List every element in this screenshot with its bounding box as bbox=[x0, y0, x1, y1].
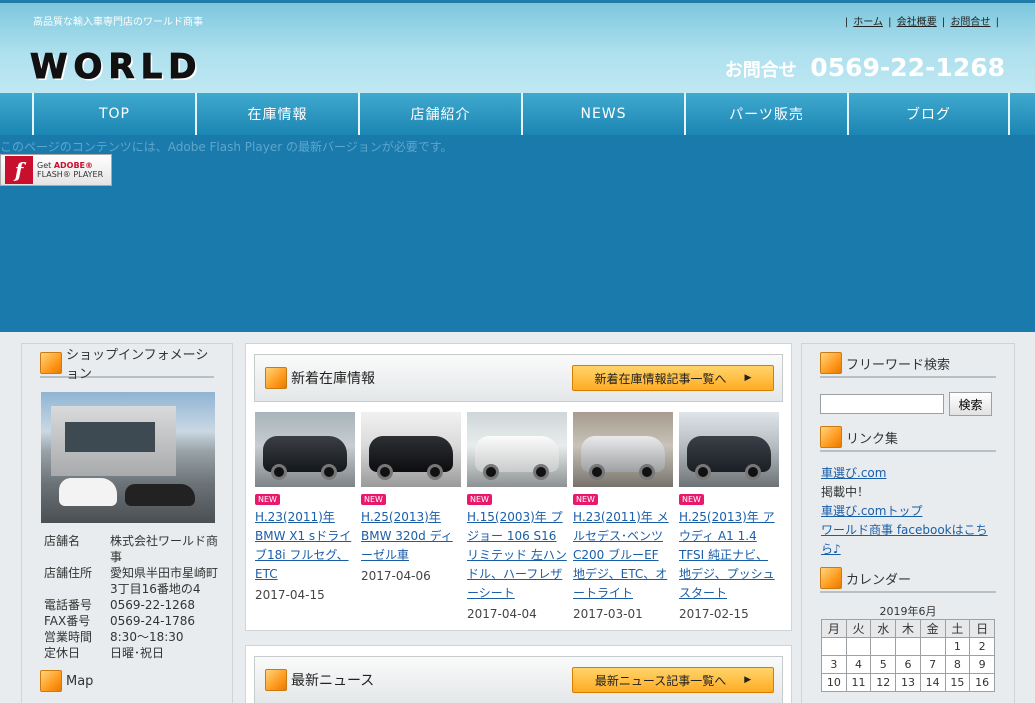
car-thumbnail[interactable] bbox=[573, 412, 673, 487]
heading-bullet-icon bbox=[820, 426, 842, 448]
shop-info-table: 店舗名 株式会社ワールド商事 店舗住所 愛知県半田市星崎町3丁目16番地の4 電話番… bbox=[44, 534, 219, 660]
stock-item: NEW H.23(2011)年 BMW X1 sドライブ18i フルセグ、ETC… bbox=[255, 412, 355, 621]
stock-item-title[interactable]: H.25(2013)年 アウディ A1 1.4 TFSI 純正ナビ、地デジ、プッ… bbox=[679, 508, 779, 603]
new-badge: NEW bbox=[679, 494, 704, 505]
flash-message: このページのコンテンツには、Adobe Flash Player の最新バージョ… bbox=[0, 140, 453, 154]
top-links: | ホーム | 会社概要 | お問合せ | bbox=[844, 17, 999, 28]
left-sidebar: ショップインフォメーション 店舗名 株式会社ワールド商事 店舗住所 愛知県半田市星崎… bbox=[21, 343, 233, 703]
stock-item: NEW H.25(2013)年 BMW 320d ディーゼル車 2017-04-… bbox=[361, 412, 461, 621]
stock-item-title[interactable]: H.23(2011)年 メルセデス･ベンツ C200 ブルーEF 地デジ、ETC… bbox=[573, 508, 673, 603]
nav-stock[interactable]: 在庫情報 bbox=[195, 93, 358, 135]
new-stock-box: 新着在庫情報 新着在庫情報記事一覧へ ▶ NEW H.23(2011)年 BMW … bbox=[245, 343, 792, 631]
play-arrow-icon: ▶ bbox=[744, 675, 752, 685]
search-input[interactable] bbox=[820, 394, 944, 414]
news-list-button[interactable]: 最新ニュース記事一覧へ ▶ bbox=[572, 667, 774, 693]
stock-item-title[interactable]: H.25(2013)年 BMW 320d ディーゼル車 bbox=[361, 508, 461, 565]
nav-news[interactable]: NEWS bbox=[521, 93, 684, 135]
nav-top[interactable]: TOP bbox=[32, 93, 195, 135]
calendar-heading: カレンダー bbox=[820, 565, 996, 593]
site-header: 高品質な輸入車専門店のワールド商事 | ホーム | 会社概要 | お問合せ | … bbox=[0, 0, 1035, 93]
play-arrow-icon: ▶ bbox=[744, 373, 752, 383]
main-nav: TOP 在庫情報 店舗紹介 NEWS パーツ販売 ブログ bbox=[0, 93, 1035, 135]
stock-item: NEW H.23(2011)年 メルセデス･ベンツ C200 ブルーEF 地デジ… bbox=[573, 412, 673, 621]
links-list: 車選び.com 掲載中！ 車選び.comトップ ワールド商事 facebookは… bbox=[821, 464, 996, 559]
toplink-company[interactable]: 会社概要 bbox=[897, 17, 937, 28]
logo-text: WORLD bbox=[29, 47, 203, 88]
calendar: 2019年6月 月火 水木 金土 日 1 2 34 56 78 9 1011 bbox=[821, 603, 995, 692]
heading-bullet-icon bbox=[820, 352, 842, 374]
nav-blog[interactable]: ブログ bbox=[847, 93, 1010, 135]
site-logo[interactable]: WORLD bbox=[29, 47, 272, 88]
calendar-grid: 月火 水木 金土 日 1 2 34 56 78 9 10 11 12 13 14 15 bbox=[821, 619, 995, 692]
shop-photo bbox=[41, 392, 215, 523]
flash-player-icon: f bbox=[5, 156, 33, 184]
heading-bullet-icon bbox=[40, 352, 62, 374]
get-flash-button[interactable]: f Get ADOBE® FLASH® PLAYER bbox=[0, 154, 112, 186]
stock-items: NEW H.23(2011)年 BMW X1 sドライブ18i フルセグ、ETC… bbox=[246, 412, 791, 621]
search-heading: フリーワード検索 bbox=[820, 350, 996, 378]
nav-parts[interactable]: パーツ販売 bbox=[684, 93, 847, 135]
search-form: 検索 bbox=[820, 392, 1014, 416]
latest-news-box: 最新ニュース 最新ニュース記事一覧へ ▶ bbox=[245, 645, 792, 703]
heading-bullet-icon bbox=[40, 670, 62, 692]
car-thumbnail[interactable] bbox=[361, 412, 461, 487]
latest-news-heading: 最新ニュース 最新ニュース記事一覧へ ▶ bbox=[254, 656, 783, 703]
new-stock-heading: 新着在庫情報 新着在庫情報記事一覧へ ▶ bbox=[254, 354, 783, 402]
link-facebook[interactable]: ワールド商事 facebookはこちら♪ bbox=[821, 521, 996, 559]
right-sidebar: フリーワード検索 検索 リンク集 車選び.com 掲載中！ 車選び.comトップ… bbox=[801, 343, 1015, 703]
stock-item: NEW H.15(2003)年 プジョー 106 S16リミテッド 左ハンドル、… bbox=[467, 412, 567, 621]
site-tagline: 高品質な輸入車専門店のワールド商事 bbox=[33, 17, 203, 28]
heading-bullet-icon bbox=[265, 669, 287, 691]
toplink-contact[interactable]: お問合せ bbox=[950, 17, 990, 28]
get-flash-label: Get ADOBE® FLASH® PLAYER bbox=[37, 161, 104, 179]
stock-item-title[interactable]: H.23(2011)年 BMW X1 sドライブ18i フルセグ、ETC bbox=[255, 508, 355, 584]
new-badge: NEW bbox=[467, 494, 492, 505]
shop-info-heading: ショップインフォメーション bbox=[40, 348, 214, 382]
flash-banner: このページのコンテンツには、Adobe Flash Player の最新バージョ… bbox=[0, 135, 1035, 332]
stock-list-button[interactable]: 新着在庫情報記事一覧へ ▶ bbox=[572, 365, 774, 391]
car-thumbnail[interactable] bbox=[467, 412, 567, 487]
stock-item-date: 2017-02-15 bbox=[679, 607, 749, 621]
heading-bullet-icon bbox=[820, 567, 842, 589]
stock-item-date: 2017-04-15 bbox=[255, 588, 325, 602]
calendar-month: 2019年6月 bbox=[879, 605, 937, 618]
nav-store[interactable]: 店舗紹介 bbox=[358, 93, 521, 135]
main-content: 新着在庫情報 新着在庫情報記事一覧へ ▶ NEW H.23(2011)年 BMW … bbox=[245, 343, 792, 703]
contact-phone: お問合せ 0569-22-1268 bbox=[725, 53, 1005, 82]
map-heading: Map bbox=[40, 667, 214, 695]
contact-label: お問合せ bbox=[724, 60, 797, 81]
stock-item-date: 2017-04-06 bbox=[361, 569, 431, 583]
heading-bullet-icon bbox=[265, 367, 287, 389]
stock-item: NEW H.25(2013)年 アウディ A1 1.4 TFSI 純正ナビ、地デ… bbox=[679, 412, 779, 621]
link-kurumaerabi[interactable]: 車選び.com bbox=[821, 464, 996, 483]
search-button[interactable]: 検索 bbox=[949, 392, 992, 416]
contact-tel: 0569-22-1268 bbox=[810, 53, 1005, 82]
stock-item-date: 2017-04-04 bbox=[467, 607, 537, 621]
new-badge: NEW bbox=[361, 494, 386, 505]
link-kurumaerabi-top[interactable]: 車選び.comトップ bbox=[821, 502, 996, 521]
new-badge: NEW bbox=[255, 494, 280, 505]
toplink-home[interactable]: ホーム bbox=[853, 17, 883, 28]
links-heading: リンク集 bbox=[820, 424, 996, 452]
car-thumbnail[interactable] bbox=[255, 412, 355, 487]
stock-item-date: 2017-03-01 bbox=[573, 607, 643, 621]
new-badge: NEW bbox=[573, 494, 598, 505]
stock-item-title[interactable]: H.15(2003)年 プジョー 106 S16リミテッド 左ハンドル、ハーフレ… bbox=[467, 508, 567, 603]
link-note: 掲載中！ bbox=[821, 485, 870, 499]
car-thumbnail[interactable] bbox=[679, 412, 779, 487]
